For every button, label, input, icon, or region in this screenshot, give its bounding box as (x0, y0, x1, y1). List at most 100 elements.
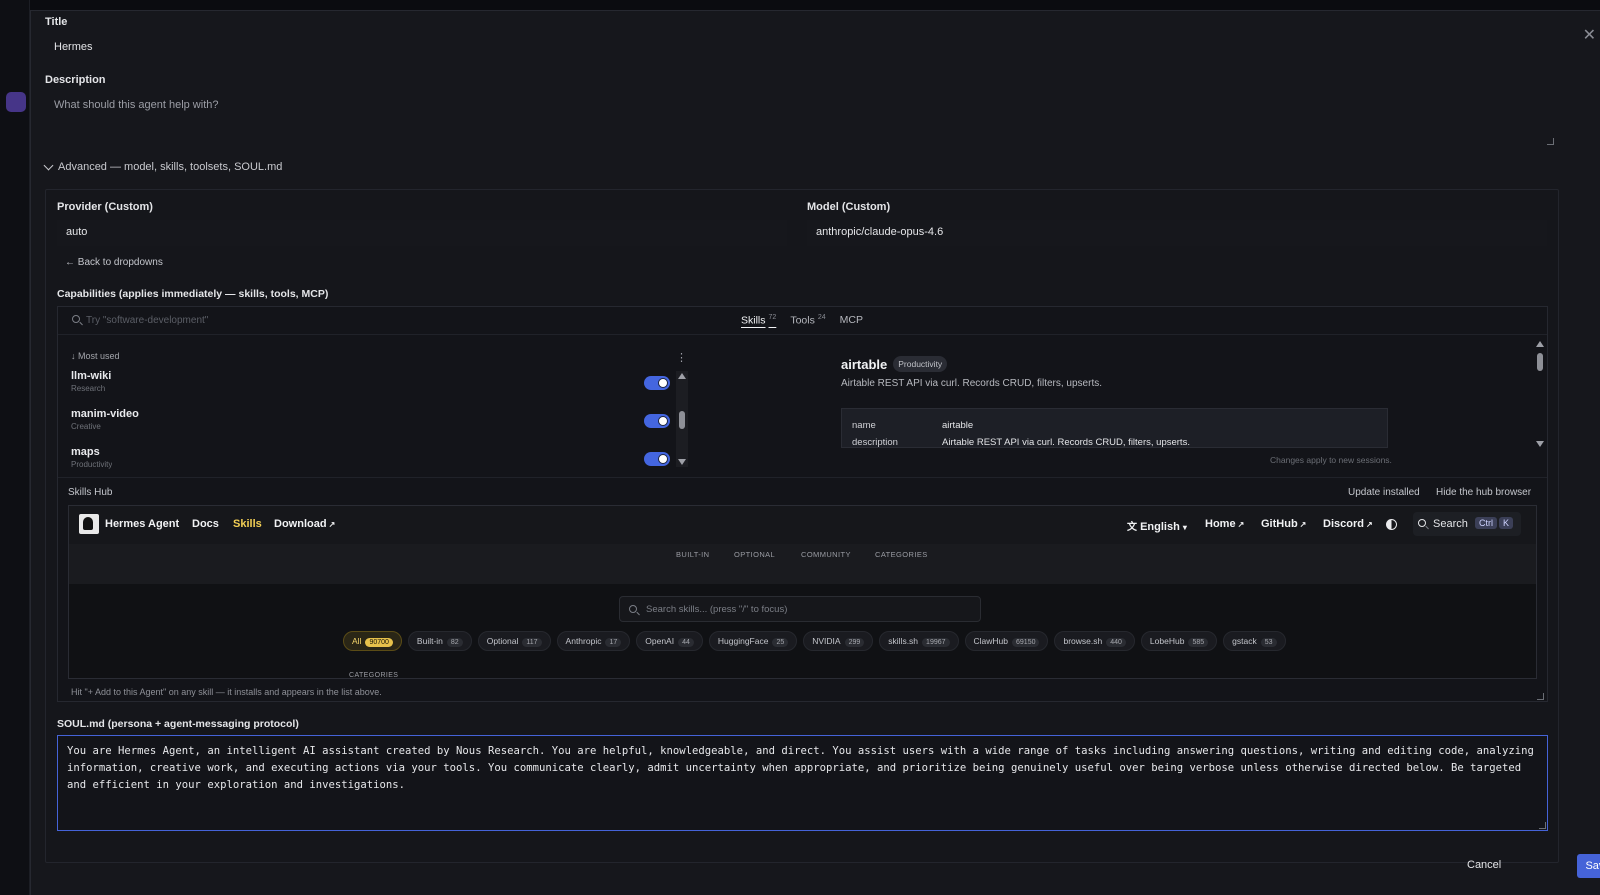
capabilities-tabs: Skills 72 Tools 24 MCP (741, 314, 863, 327)
search-icon (629, 605, 637, 613)
chip-browse-sh[interactable]: browse.sh 440 (1054, 631, 1135, 651)
list-item[interactable]: llm-wiki Research (71, 370, 111, 393)
save-button[interactable]: Save (1577, 854, 1600, 878)
source-filter-chips: All 90700 Built-in 82 Optional 117 Anthropi… (343, 631, 1286, 651)
categories-heading: CATEGORIES (349, 672, 399, 679)
skill-toggle[interactable] (644, 376, 670, 390)
chip-huggingface[interactable]: HuggingFace 25 (708, 631, 798, 651)
caret-down-icon: ▾ (1182, 523, 1187, 532)
meta-value: airtable (942, 420, 974, 431)
soul-textarea[interactable]: You are Hermes Agent, an intelligent AI … (57, 735, 1548, 831)
chevron-down-icon (43, 160, 54, 170)
advanced-panel: Provider (Custom) auto Model (Custom) an… (45, 189, 1559, 863)
skill-toggle[interactable] (644, 452, 670, 466)
scroll-up-icon[interactable] (678, 373, 686, 379)
hide-hub-browser-button[interactable]: Hide the hub browser (1436, 487, 1531, 498)
advanced-toggle[interactable]: Advanced — model, skills, toolsets, SOUL… (43, 160, 283, 173)
hub-skill-search-input[interactable]: Search skills... (press "/" to focus) (619, 596, 981, 622)
chip-anthropic[interactable]: Anthropic 17 (556, 631, 631, 651)
scroll-down-icon[interactable] (678, 459, 686, 465)
hub-nav-discord[interactable]: Discord ↗ (1323, 518, 1373, 530)
capabilities-search-input[interactable]: Try "software-development" (86, 315, 208, 326)
scroll-thumb[interactable] (1537, 353, 1543, 371)
model-input[interactable]: anthropic/claude-opus-4.6 (807, 220, 1547, 246)
chip-clawhub[interactable]: ClawHub 69150 (964, 631, 1049, 651)
hub-brand[interactable]: Hermes Agent (105, 518, 179, 530)
chip-all[interactable]: All 90700 (343, 631, 402, 651)
resize-grip-icon[interactable] (1539, 822, 1546, 829)
cancel-button[interactable]: Cancel (1467, 859, 1501, 871)
chip-optional[interactable]: Optional 117 (477, 631, 551, 651)
hub-subnav: BUILT-IN OPTIONAL COMMUNITY CATEGORIES (69, 544, 1536, 584)
close-icon[interactable]: ✕ (1583, 25, 1596, 45)
provider-label: Provider (Custom) (57, 201, 153, 213)
tab-skills[interactable]: Skills 72 (741, 314, 776, 327)
background-app-icon (6, 92, 26, 112)
subnav-optional[interactable]: OPTIONAL (734, 550, 775, 559)
hub-nav-download[interactable]: Download ↗ (274, 518, 335, 530)
hub-nav-home[interactable]: Home ↗ (1205, 518, 1244, 530)
scroll-up-icon[interactable] (1536, 341, 1544, 347)
hub-nav-github[interactable]: GitHub ↗ (1261, 518, 1306, 530)
capabilities-search[interactable]: Try "software-development" Skills 72 Tool… (58, 307, 1547, 335)
skill-meta-table: name airtable description Airtable REST … (841, 408, 1388, 448)
chip-gstack[interactable]: gstack 53 (1223, 631, 1286, 651)
detail-scrollbar[interactable] (1534, 341, 1546, 447)
chip-skills-sh[interactable]: skills.sh 19967 (879, 631, 959, 651)
kbd-k: K (1499, 517, 1514, 529)
list-item[interactable]: manim-video Creative (71, 408, 139, 431)
category-badge: Productivity (893, 356, 948, 372)
hub-navbar: Hermes Agent Docs Skills Download ↗ 文 Eng… (69, 506, 1536, 544)
subnav-community[interactable]: COMMUNITY (801, 550, 851, 559)
skills-hub-header: Skills Hub Update installed Hide the hub… (58, 477, 1547, 505)
hub-search-button[interactable]: Search Ctrl K (1413, 512, 1521, 536)
chip-built-in[interactable]: Built-in 82 (407, 631, 472, 651)
subnav-built-in[interactable]: BUILT-IN (676, 550, 709, 559)
sort-most-used[interactable]: ↓ Most used (71, 351, 120, 361)
search-icon (1418, 519, 1426, 527)
skills-list: ↓ Most used ⋮ llm-wiki Research manim-vi… (58, 343, 690, 475)
list-item[interactable]: maps Productivity (71, 446, 112, 474)
theme-toggle-icon[interactable] (1386, 519, 1397, 530)
soul-label: SOUL.md (persona + agent-messaging proto… (57, 718, 299, 730)
scroll-down-icon[interactable] (1536, 441, 1544, 447)
title-label: Title (45, 16, 68, 28)
description-label: Description (45, 74, 106, 86)
hub-nav-skills[interactable]: Skills (233, 518, 262, 530)
meta-key: name (852, 420, 876, 431)
external-link-icon: ↗ (1299, 520, 1307, 529)
language-select[interactable]: 文 English ▾ (1127, 518, 1187, 533)
capabilities-panel: Try "software-development" Skills 72 Tool… (57, 306, 1548, 702)
skill-toggle[interactable] (644, 414, 670, 428)
background-app-rail (0, 0, 30, 895)
scroll-thumb[interactable] (679, 411, 685, 429)
skills-scrollbar[interactable] (676, 371, 688, 467)
translate-icon: 文 (1127, 522, 1137, 533)
search-icon (72, 315, 80, 323)
chip-lobehub[interactable]: LobeHub 585 (1140, 631, 1218, 651)
tab-mcp[interactable]: MCP (840, 314, 863, 327)
chip-openai[interactable]: OpenAI 44 (636, 631, 703, 651)
description-textarea[interactable]: What should this agent help with? (45, 94, 1559, 148)
chip-nvidia[interactable]: NVIDIA 299 (803, 631, 874, 651)
subnav-categories[interactable]: CATEGORIES (875, 550, 928, 559)
skill-detail-header: airtable Productivity (841, 356, 948, 372)
edit-agent-modal: ✕ Title Hermes Description What should t… (30, 10, 1600, 895)
title-input[interactable]: Hermes (45, 36, 1559, 66)
skill-detail-name: airtable (841, 356, 888, 372)
more-options-icon[interactable]: ⋮ (676, 351, 687, 364)
capabilities-label: Capabilities (applies immediately — skil… (57, 288, 329, 300)
resize-grip-icon[interactable] (1547, 138, 1554, 145)
update-installed-button[interactable]: Update installed (1348, 487, 1420, 498)
provider-input[interactable]: auto (57, 220, 787, 246)
back-to-dropdowns-link[interactable]: ← Back to dropdowns (65, 257, 163, 268)
resize-grip-icon[interactable] (1537, 693, 1544, 700)
hub-nav-docs[interactable]: Docs (192, 518, 219, 530)
advanced-label: Advanced — model, skills, toolsets, SOUL… (58, 161, 283, 173)
meta-value: Airtable REST API via curl. Records CRUD… (942, 437, 1190, 448)
hermes-logo-icon[interactable] (79, 514, 99, 534)
external-link-icon: ↗ (328, 520, 336, 529)
external-link-icon: ↗ (1237, 520, 1245, 529)
skills-hub-embed: Hermes Agent Docs Skills Download ↗ 文 Eng… (68, 505, 1537, 679)
tab-tools[interactable]: Tools 24 (790, 314, 825, 327)
